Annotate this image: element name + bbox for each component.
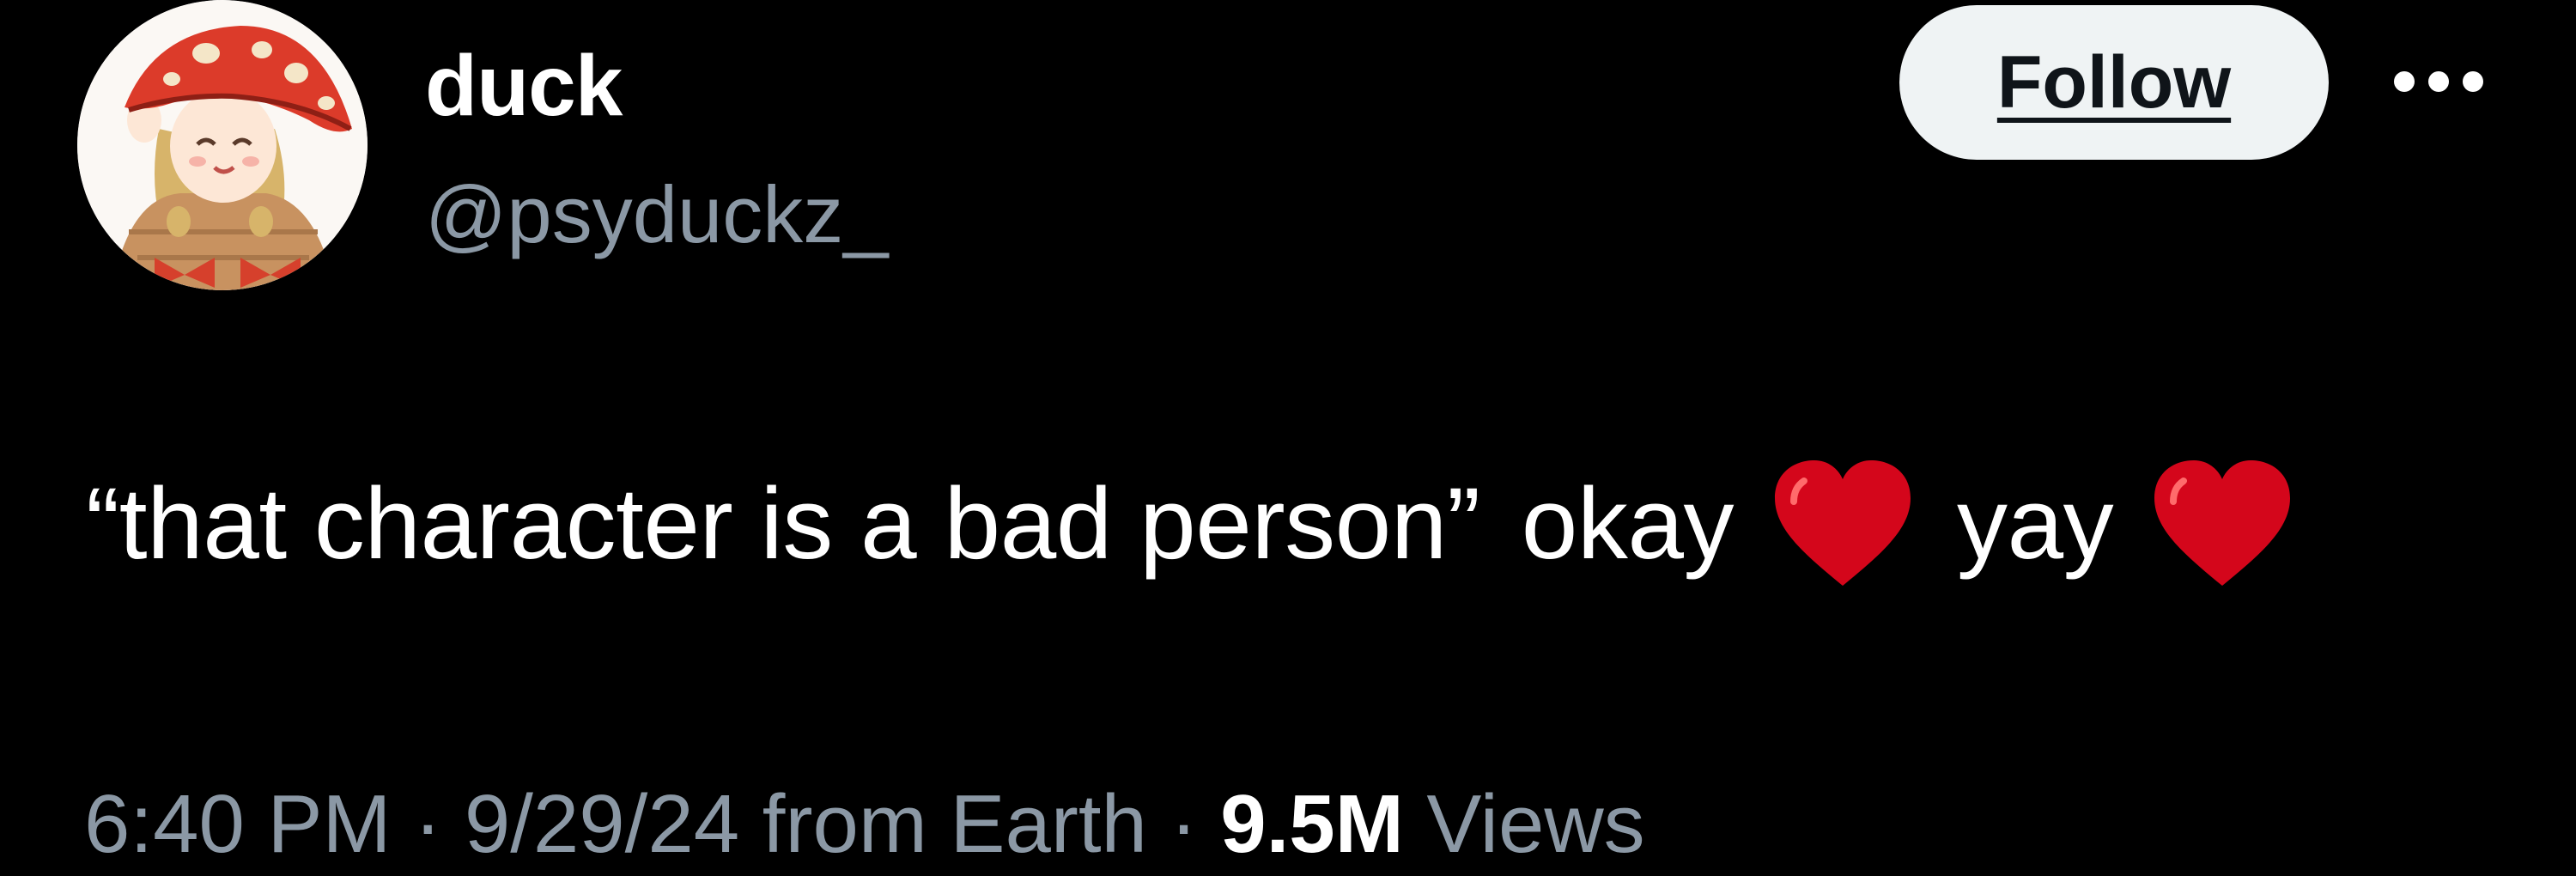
tweet-time[interactable]: 6:40 PM — [84, 778, 392, 870]
mushroom-girl-avatar-icon — [77, 0, 368, 290]
tweet-source: from Earth — [762, 778, 1147, 870]
heart-emoji-icon — [1770, 455, 1916, 593]
tweet-date[interactable]: 9/29/24 — [465, 778, 739, 870]
meta-separator: · — [1170, 778, 1198, 870]
heart-emoji-icon — [2149, 455, 2295, 593]
follow-button[interactable]: Follow — [1899, 5, 2329, 160]
tweet-okay-text: okay — [1521, 467, 1735, 581]
tweet-yay-text: yay — [1957, 467, 2114, 581]
meta-separator: · — [414, 778, 442, 870]
avatar[interactable] — [77, 0, 368, 290]
tweet-meta: 6:40 PM · 9/29/24 from Earth · 9.5M View… — [84, 773, 1645, 876]
views-label: Views — [1426, 778, 1645, 870]
display-name[interactable]: duck — [425, 34, 623, 137]
tweet-text: “that character is a bad person” okay ya… — [86, 447, 2295, 601]
views-count[interactable]: 9.5M — [1220, 778, 1403, 870]
tweet-quote-text: “that character is a bad person” — [86, 467, 1480, 581]
user-handle[interactable]: @psyduckz_ — [425, 163, 889, 266]
more-options-button[interactable] — [2383, 52, 2494, 112]
more-horizontal-icon — [2394, 71, 2483, 92]
